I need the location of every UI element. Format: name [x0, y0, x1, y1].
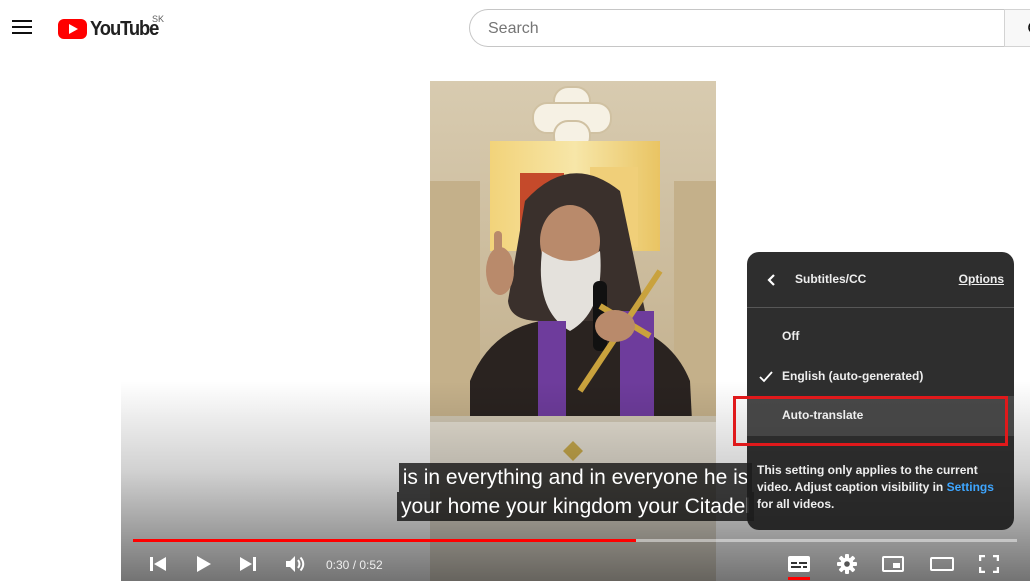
search-button[interactable] — [1004, 9, 1030, 47]
miniplayer-icon — [882, 556, 904, 572]
volume-icon — [286, 556, 305, 572]
logo-text: YouTube — [90, 17, 159, 40]
menu-item-english-auto[interactable]: English (auto-generated) — [747, 357, 1014, 397]
subtitles-menu: Subtitles/CC Options Off English (auto-g… — [747, 252, 1014, 530]
menu-item-label: English (auto-generated) — [782, 369, 924, 383]
back-chevron-icon[interactable] — [765, 273, 779, 287]
time-display: 0:30 / 0:52 — [326, 558, 383, 572]
next-icon — [240, 557, 256, 571]
search-input[interactable] — [486, 10, 990, 48]
menu-item-label: Off — [782, 329, 800, 343]
mute-button[interactable] — [283, 547, 309, 581]
subtitles-menu-title: Subtitles/CC — [795, 272, 867, 286]
youtube-logo-icon — [58, 19, 87, 39]
checkmark-icon — [759, 371, 773, 383]
miniplayer-button[interactable] — [879, 547, 907, 581]
caption-line-1: is in everything and in everyone he is — [398, 463, 753, 492]
caption-line-2: your home your kingdom your Citadel — [396, 492, 754, 521]
fullscreen-button[interactable] — [975, 547, 1003, 581]
theater-mode-button[interactable] — [927, 547, 957, 581]
theater-mode-icon — [930, 557, 954, 571]
previous-button[interactable] — [147, 547, 169, 581]
play-button[interactable] — [193, 547, 215, 581]
caption-settings-note: This setting only applies to the current… — [757, 462, 1005, 513]
settings-gear-icon — [837, 554, 857, 574]
menu-item-off[interactable]: Off — [747, 317, 1014, 357]
subtitles-icon — [788, 556, 810, 572]
next-button[interactable] — [237, 547, 259, 581]
youtube-logo[interactable]: YouTube — [58, 14, 164, 44]
search-box[interactable] — [469, 9, 1005, 48]
subtitles-active-indicator — [788, 577, 810, 580]
subtitles-menu-header: Subtitles/CC Options — [747, 252, 1014, 308]
country-code: SK — [152, 14, 165, 24]
subtitles-options-link[interactable]: Options — [959, 272, 1004, 286]
play-icon — [197, 556, 211, 572]
previous-icon — [150, 557, 166, 571]
video-player[interactable]: is in everything and in everyone he is y… — [121, 81, 1030, 581]
player-controls: 0:30 / 0:52 — [121, 547, 1030, 581]
note-text-end: for all videos. — [757, 497, 835, 511]
settings-link[interactable]: Settings — [947, 480, 994, 494]
settings-button[interactable] — [833, 547, 861, 581]
masthead: YouTube SK — [0, 0, 1030, 58]
progress-bar[interactable] — [133, 539, 1017, 542]
annotation-highlight-box — [733, 396, 1008, 446]
hamburger-menu-icon[interactable] — [12, 19, 32, 35]
progress-played — [133, 539, 636, 542]
subtitles-button[interactable] — [785, 547, 813, 581]
note-text-start: This setting only applies to the current… — [757, 463, 978, 494]
fullscreen-icon — [979, 555, 999, 573]
